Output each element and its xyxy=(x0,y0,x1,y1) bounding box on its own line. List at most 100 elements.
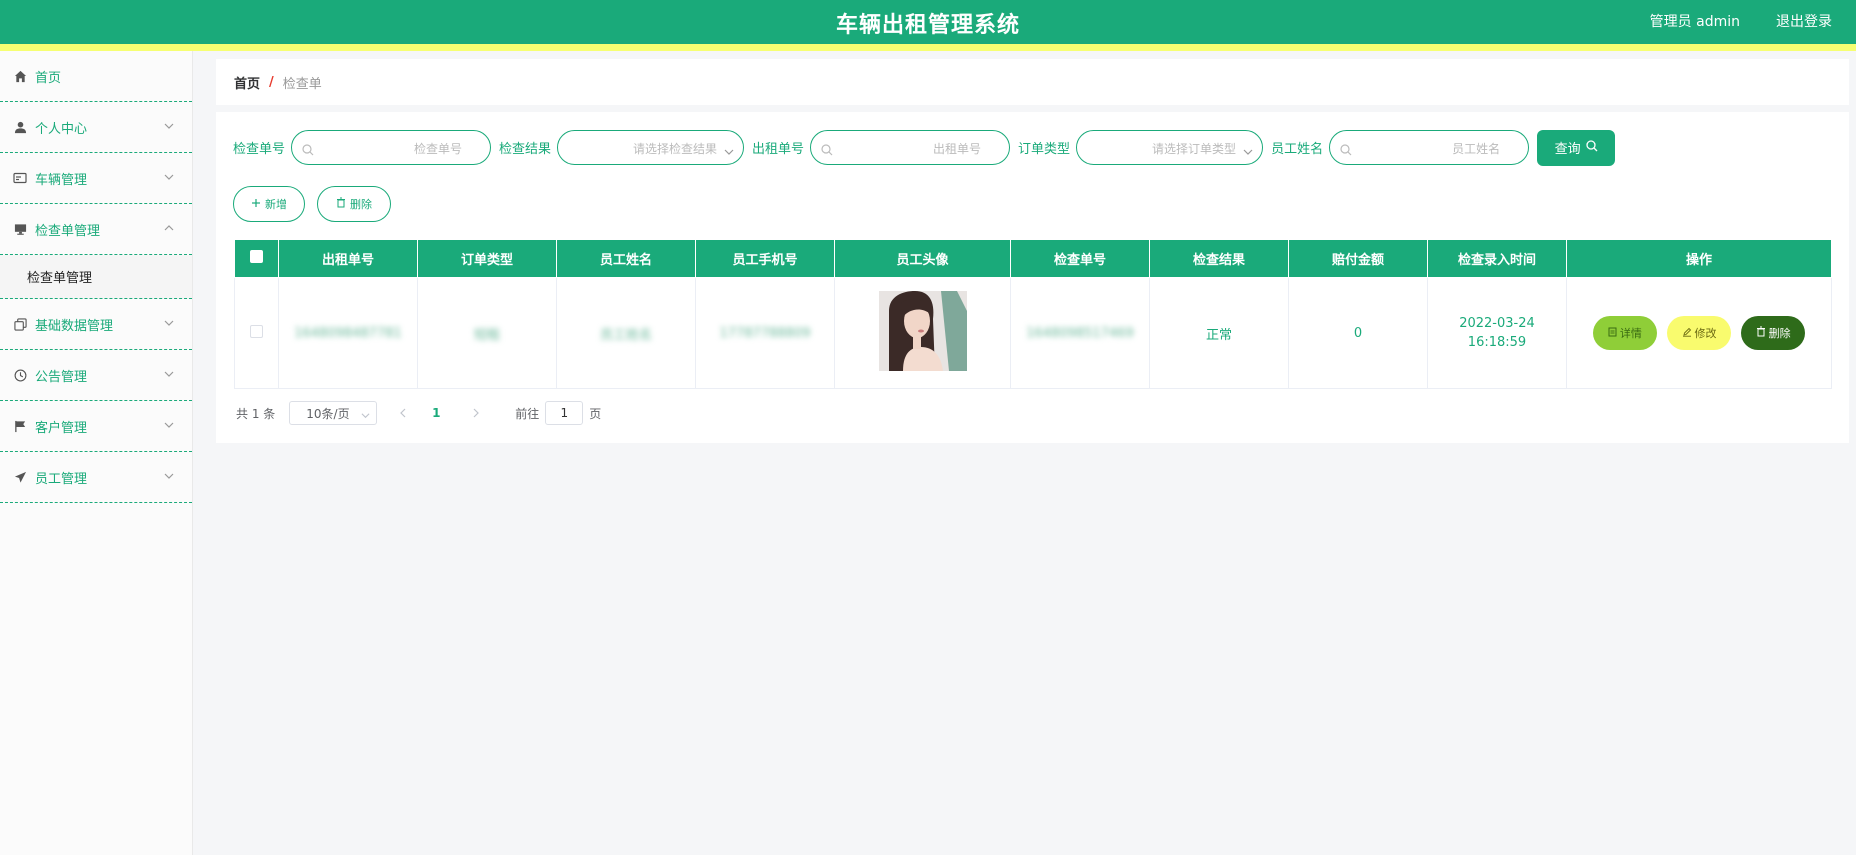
sidebar-item-vehicles[interactable]: 车辆管理 xyxy=(0,153,192,204)
breadcrumb-current: 检查单 xyxy=(282,76,322,92)
delete-button-label: 删除 xyxy=(1768,326,1791,340)
monitor-icon xyxy=(13,222,27,236)
sidebar-item-announcements[interactable]: 公告管理 xyxy=(0,350,192,401)
rent-no-cell: 1648098487781 xyxy=(278,277,418,389)
chevron-down-icon xyxy=(164,169,174,184)
query-button-label: 查询 xyxy=(1554,142,1581,157)
table-row: 1648098487781 短租 员工姓名 17787788809 164809… xyxy=(234,277,1832,389)
staff-name-cell: 员工姓名 xyxy=(556,277,696,389)
row-checkbox[interactable] xyxy=(250,324,263,338)
page-size-select[interactable]: 10条/页 xyxy=(289,401,378,425)
column-header: 赔付金额 xyxy=(1288,239,1428,278)
staff-name-input[interactable]: 员工姓名 xyxy=(1329,130,1530,165)
edit-button[interactable]: 修改 xyxy=(1667,316,1731,351)
column-header: 检查结果 xyxy=(1149,239,1289,278)
chevron-down-icon xyxy=(724,142,734,161)
check-no-label: 检查单号 xyxy=(233,142,286,157)
sidebar-item-label: 客户管理 xyxy=(35,420,88,436)
staff-name-label: 员工姓名 xyxy=(1271,142,1324,157)
detail-button-label: 详情 xyxy=(1619,327,1642,341)
send-icon xyxy=(13,470,27,484)
page-number[interactable]: 1 xyxy=(421,401,451,425)
column-header: 订单类型 xyxy=(417,239,557,278)
logout-link[interactable]: 退出登录 xyxy=(1776,11,1832,31)
breadcrumb: 首页 / 检查单 xyxy=(216,59,1849,105)
column-header: 员工手机号 xyxy=(695,239,835,278)
trash-icon xyxy=(1756,326,1766,340)
sidebar-item-label: 车辆管理 xyxy=(35,172,88,188)
order-type-value: 短租 xyxy=(473,327,500,343)
amount-cell: 0 xyxy=(1288,277,1428,389)
goto-suffix: 页 xyxy=(589,406,602,421)
main-content: 检查单号 检查单号 检查结果 请选择检查结果 出租单号 出租单号 订单类型 请选… xyxy=(216,112,1849,443)
batch-delete-button[interactable]: 删除 xyxy=(317,186,391,222)
sidebar-item-label: 员工管理 xyxy=(35,471,88,487)
order-type-select[interactable]: 请选择订单类型 xyxy=(1076,130,1264,165)
table-header-row: 出租单号 订单类型 员工姓名 员工手机号 员工头像 检查单号 检查结果 赔付金额… xyxy=(234,239,1832,278)
sidebar-item-staff[interactable]: 员工管理 xyxy=(0,452,192,503)
sidebar: 首页 个人中心 车辆管理 检查单管理 检查单管理 基础数据管理 公告管理 客户管… xyxy=(0,51,193,855)
goto-prefix: 前往 xyxy=(515,406,540,421)
plus-icon xyxy=(251,198,261,211)
chevron-down-icon xyxy=(164,417,174,432)
operations-cell: 详情 修改 删除 xyxy=(1566,277,1832,389)
rent-no-input[interactable]: 出租单号 xyxy=(810,130,1011,165)
search-icon xyxy=(1585,139,1598,156)
column-header: 员工姓名 xyxy=(556,239,696,278)
time-cell: 2022-03-24 16:18:59 xyxy=(1427,277,1567,389)
amount-value: 0 xyxy=(1353,325,1363,341)
column-header: 员工头像 xyxy=(834,239,1011,278)
chevron-down-icon xyxy=(164,468,174,483)
row-select-cell[interactable] xyxy=(234,277,279,389)
goto-page: 前往 1 页 xyxy=(515,401,601,425)
staff-name-placeholder: 员工姓名 xyxy=(1452,142,1501,156)
check-result-select[interactable]: 请选择检查结果 xyxy=(557,130,745,165)
check-result-value: 正常 xyxy=(1205,327,1232,343)
sidebar-item-inspection[interactable]: 检查单管理 xyxy=(0,204,192,255)
total-count: 共 1 条 xyxy=(236,406,276,421)
chevron-right-icon xyxy=(473,408,479,418)
query-button[interactable]: 查询 xyxy=(1537,129,1616,166)
sidebar-item-home[interactable]: 首页 xyxy=(0,51,192,102)
rent-no-value: 1648098487781 xyxy=(294,325,402,341)
sidebar-item-label: 公告管理 xyxy=(35,369,88,385)
top-header: 车辆出租管理系统 管理员 admin 退出登录 xyxy=(0,0,1856,51)
search-icon xyxy=(821,141,833,160)
sidebar-item-label: 首页 xyxy=(35,70,62,86)
check-result-cell: 正常 xyxy=(1149,277,1289,389)
staff-name-value: 员工姓名 xyxy=(599,327,652,343)
check-no-value: 1648098517469 xyxy=(1026,325,1134,341)
batch-delete-label: 删除 xyxy=(350,198,372,211)
chevron-down-icon xyxy=(164,118,174,133)
action-bar: 新增 删除 xyxy=(233,186,391,222)
goto-page-input[interactable]: 1 xyxy=(545,401,584,425)
add-button[interactable]: 新增 xyxy=(233,186,305,222)
check-no-input[interactable]: 检查单号 xyxy=(291,130,492,165)
sidebar-item-basic-data[interactable]: 基础数据管理 xyxy=(0,299,192,350)
trash-icon xyxy=(336,197,346,211)
rent-no-placeholder: 出租单号 xyxy=(933,142,982,156)
chevron-down-icon xyxy=(164,366,174,381)
column-header: 出租单号 xyxy=(278,239,418,278)
sidebar-item-customers[interactable]: 客户管理 xyxy=(0,401,192,452)
prev-page-button[interactable] xyxy=(387,401,417,425)
breadcrumb-home[interactable]: 首页 xyxy=(234,73,260,92)
chevron-up-icon xyxy=(164,220,174,235)
next-page-button[interactable] xyxy=(461,401,491,425)
chevron-down-icon xyxy=(164,315,174,330)
select-all-checkbox[interactable] xyxy=(250,250,263,263)
sidebar-subitem-inspection-manage[interactable]: 检查单管理 xyxy=(0,255,192,299)
column-header: 检查录入时间 xyxy=(1427,239,1567,278)
sidebar-item-personal-center[interactable]: 个人中心 xyxy=(0,102,192,153)
time-value: 2022-03-24 16:18:59 xyxy=(1459,316,1535,350)
copy-icon xyxy=(13,317,27,331)
app-title: 车辆出租管理系统 xyxy=(835,13,1020,38)
rent-no-label: 出租单号 xyxy=(752,142,805,157)
search-filters: 检查单号 检查单号 检查结果 请选择检查结果 出租单号 出租单号 订单类型 请选… xyxy=(233,129,1616,166)
detail-button[interactable]: 详情 xyxy=(1592,316,1657,351)
edit-button-label: 修改 xyxy=(1694,327,1717,341)
select-all-cell[interactable] xyxy=(234,239,279,278)
avatar-cell xyxy=(834,277,1011,389)
check-no-cell: 1648098517469 xyxy=(1010,277,1150,389)
delete-button[interactable]: 删除 xyxy=(1741,315,1806,350)
